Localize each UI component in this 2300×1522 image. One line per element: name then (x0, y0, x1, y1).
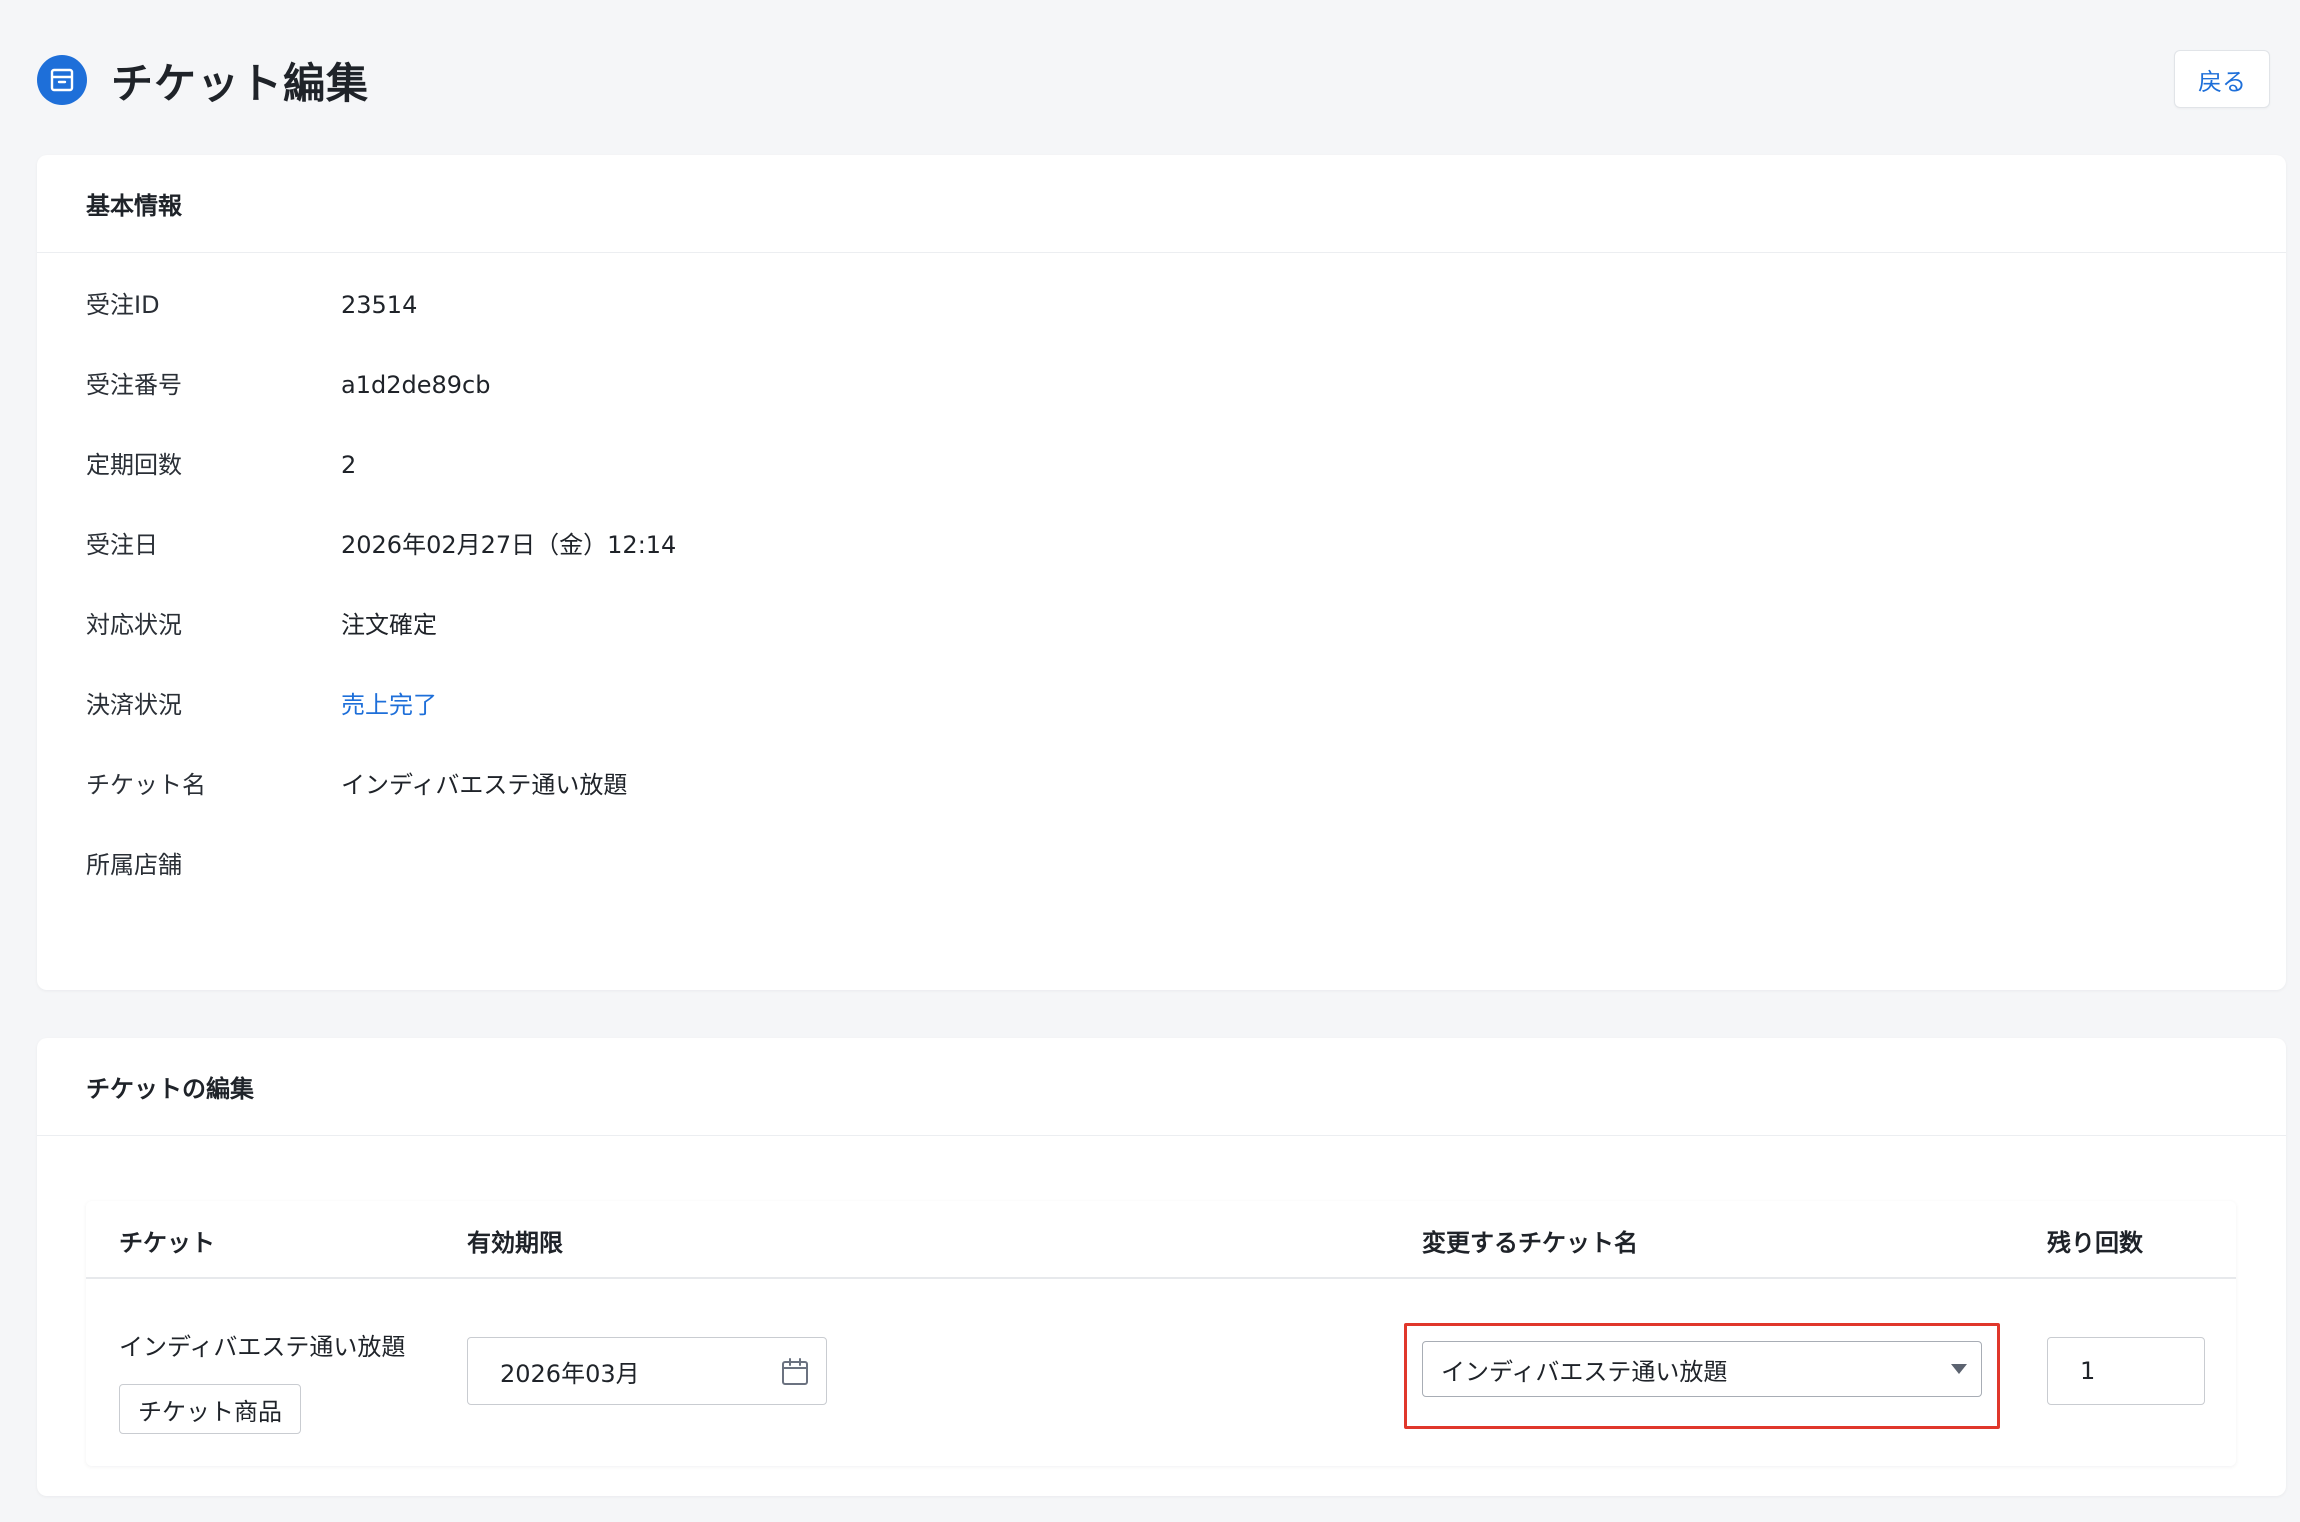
expiry-date-input[interactable]: 2026年03月 (467, 1337, 827, 1405)
basic-info-card: 基本情報 受注ID 23514 受注番号 a1d2de89cb 定期回数 2 受… (37, 155, 2286, 990)
info-label: 受注日 (86, 531, 158, 559)
column-header-remaining: 残り回数 (2047, 1229, 2143, 1257)
info-row-order-number: 受注番号 a1d2de89cb (86, 365, 676, 445)
info-label: 受注番号 (86, 371, 182, 399)
column-header-ticket: チケット (119, 1229, 215, 1257)
basic-info-list: 受注ID 23514 受注番号 a1d2de89cb 定期回数 2 受注日 20… (86, 285, 676, 925)
payment-status-link[interactable]: 売上完了 (341, 685, 437, 725)
ticket-name: インディバエステ通い放題 (119, 1333, 406, 1361)
page-header: チケット編集 (37, 54, 369, 108)
table-row: インディバエステ通い放題 チケット商品 2026年03月 インディバエステ通い放… (86, 1279, 2236, 1464)
column-header-expiry: 有効期限 (467, 1229, 563, 1257)
page-title: チケット編集 (111, 58, 370, 108)
ticket-name-select[interactable]: インディバエステ通い放題 (1422, 1341, 1982, 1397)
info-row-status: 対応状況 注文確定 (86, 605, 676, 685)
column-header-new-name: 変更するチケット名 (1422, 1229, 1638, 1257)
back-button[interactable]: 戻る (2174, 50, 2270, 108)
table-header: チケット 有効期限 変更するチケット名 残り回数 (86, 1201, 2236, 1279)
info-row-order-id: 受注ID 23514 (86, 285, 676, 365)
info-row-subscription-count: 定期回数 2 (86, 445, 676, 525)
info-label: 受注ID (86, 291, 160, 319)
info-label: 所属店舗 (86, 851, 182, 879)
ticket-name-select-value: インディバエステ通い放題 (1441, 1357, 1728, 1386)
ticket-table: チケット 有効期限 変更するチケット名 残り回数 インディバエステ通い放題 チケ… (86, 1201, 2236, 1466)
expiry-date-value: 2026年03月 (500, 1359, 640, 1388)
info-value: 注文確定 (341, 611, 437, 639)
ticket-tag: チケット商品 (119, 1384, 301, 1434)
basic-info-title: 基本情報 (37, 155, 2286, 253)
remaining-count-input[interactable]: 1 (2047, 1337, 2205, 1405)
info-row-payment-status: 決済状況 売上完了 (86, 685, 676, 765)
caret-down-icon (1951, 1364, 1967, 1374)
info-value: 2026年02月27日（金）12:14 (341, 531, 677, 559)
info-value: 23514 (341, 291, 418, 319)
info-row-order-date: 受注日 2026年02月27日（金）12:14 (86, 525, 676, 605)
info-row-ticket-name: チケット名 インディバエステ通い放題 (86, 765, 676, 845)
info-value: 2 (341, 451, 357, 479)
info-value: a1d2de89cb (341, 371, 491, 399)
info-value: インディバエステ通い放題 (341, 771, 628, 799)
info-label: チケット名 (86, 771, 206, 799)
ticket-edit-card: チケットの編集 チケット 有効期限 変更するチケット名 残り回数 インディバエス… (37, 1038, 2286, 1496)
info-label: 定期回数 (86, 451, 182, 479)
calendar-icon[interactable] (780, 1357, 810, 1387)
info-row-store: 所属店舗 (86, 845, 676, 925)
ticket-edit-title: チケットの編集 (37, 1038, 2286, 1136)
info-label: 対応状況 (86, 611, 182, 639)
info-label: 決済状況 (86, 691, 182, 719)
page: チケット編集 戻る 基本情報 受注ID 23514 受注番号 a1d2de89c… (0, 0, 2300, 1522)
ticket-box-icon (37, 55, 87, 105)
remaining-count-value: 1 (2080, 1357, 2096, 1385)
